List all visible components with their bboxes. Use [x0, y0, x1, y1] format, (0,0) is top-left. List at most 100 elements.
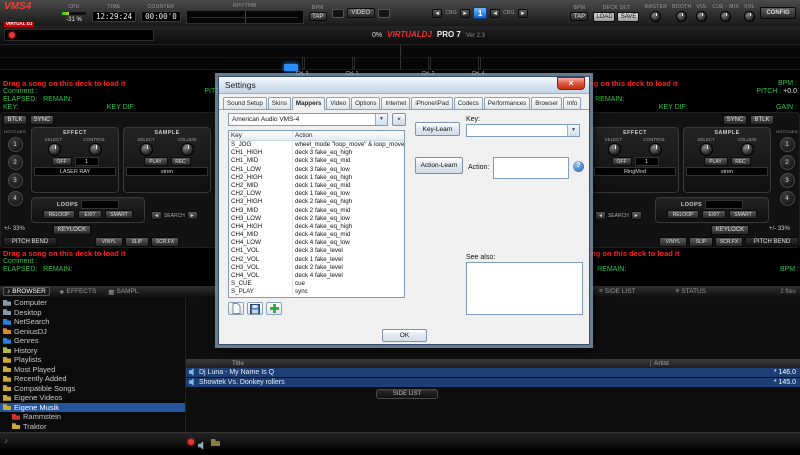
- column-title[interactable]: Title: [232, 360, 244, 367]
- mapping-row[interactable]: CH2_VOL deck 1 fake_level: [229, 256, 404, 264]
- mic-vol-knob[interactable]: [744, 11, 755, 22]
- mapping-row[interactable]: S_CUE cue: [229, 280, 404, 288]
- loop-exit-button[interactable]: EXIT: [702, 210, 726, 219]
- action-input[interactable]: [493, 157, 569, 179]
- ok-button[interactable]: OK: [382, 329, 427, 342]
- search-fwd-button[interactable]: ►: [631, 211, 642, 220]
- sample-select-knob[interactable]: [700, 143, 713, 156]
- deck1-keylock-button[interactable]: KEYLOCK: [53, 225, 91, 235]
- search-back-button[interactable]: ◄: [151, 211, 162, 220]
- settings-tab[interactable]: Sound Setup: [223, 97, 267, 109]
- mapper-device-select[interactable]: American Audio VMS-4 ▼: [228, 113, 388, 126]
- cue-mix-knob[interactable]: [720, 11, 731, 22]
- track-row[interactable]: Showtek Vs. Donkey rollers * 145.0: [186, 378, 800, 387]
- deck2-sync-button[interactable]: SYNC: [723, 115, 747, 125]
- mapping-row[interactable]: CH2_LOW deck 1 fake_eq_low: [229, 190, 404, 198]
- tree-item[interactable]: History: [0, 346, 185, 356]
- headphone-vol-knob[interactable]: [696, 11, 707, 22]
- mapping-row[interactable]: CH2_HIGH deck 1 fake_eq_high: [229, 174, 404, 182]
- booth-knob[interactable]: [676, 11, 687, 22]
- mapping-row[interactable]: CH3_MID deck 2 fake_eq_mid: [229, 207, 404, 215]
- save-button[interactable]: SAVE: [617, 12, 639, 22]
- cbg-right-fwd-button[interactable]: ►: [518, 9, 528, 18]
- settings-tab[interactable]: Internet: [381, 97, 410, 109]
- see-also-list[interactable]: [466, 262, 583, 315]
- tree-item[interactable]: Most Played: [0, 365, 185, 375]
- add-mapping-button[interactable]: [266, 302, 282, 315]
- column-action[interactable]: Action: [293, 131, 404, 140]
- settings-tab[interactable]: Options: [351, 97, 380, 109]
- vinyl-mode-button[interactable]: VINYL: [659, 237, 687, 247]
- reloop-button[interactable]: RELOOP: [667, 210, 699, 219]
- mapping-row[interactable]: CH3_LOW deck 2 fake_eq_low: [229, 215, 404, 223]
- tap-right-button[interactable]: TAP: [570, 12, 588, 21]
- ch4-fader[interactable]: [478, 57, 481, 69]
- deck2-hotcue-2-button[interactable]: 2: [780, 155, 795, 170]
- sample-select-knob[interactable]: [140, 143, 153, 156]
- panel-tab[interactable]: ≡ STATUS: [673, 287, 709, 296]
- tree-item[interactable]: Computer: [0, 298, 185, 308]
- cue-led[interactable]: [284, 64, 298, 71]
- effect-off-button[interactable]: OFF: [52, 157, 72, 166]
- delete-mapper-button[interactable]: ×: [392, 113, 406, 126]
- side-list-button[interactable]: SIDE LIST: [376, 389, 438, 399]
- speaker-icon[interactable]: [198, 437, 206, 455]
- close-button[interactable]: ×: [557, 77, 585, 90]
- scratchfx-mode-button[interactable]: SCR.FX: [151, 237, 179, 247]
- deck2-keylock-button[interactable]: KEYLOCK: [711, 225, 749, 235]
- tree-item[interactable]: GeniusDJ: [0, 327, 185, 337]
- tree-item[interactable]: Genres: [0, 336, 185, 346]
- ch3-fader[interactable]: [302, 57, 305, 69]
- deck-select-1[interactable]: 1: [473, 7, 487, 19]
- mapping-row[interactable]: CH1_VOL deck 3 fake_level: [229, 247, 404, 255]
- mapping-row[interactable]: S_JOG wheel_mode "loop_move" & loop_move: [229, 141, 404, 149]
- settings-tab[interactable]: Video: [326, 97, 350, 109]
- effect-control-knob[interactable]: [89, 143, 102, 156]
- deck1-hotcue-1-button[interactable]: 1: [8, 137, 23, 152]
- panel-tab[interactable]: ≡ SIDE LIST: [596, 287, 639, 296]
- key-learn-button[interactable]: Key-Learn: [415, 122, 460, 136]
- sample-play-button[interactable]: PLAY: [704, 157, 728, 166]
- mapping-row[interactable]: CH4_LOW deck 4 fake_eq_low: [229, 239, 404, 247]
- mapping-row[interactable]: CH1_MID deck 3 fake_eq_mid: [229, 157, 404, 165]
- effect-select-knob[interactable]: [48, 143, 61, 156]
- effect-off-button[interactable]: OFF: [612, 157, 632, 166]
- chevron-down-icon[interactable]: ▼: [375, 114, 387, 125]
- action-learn-button[interactable]: Action-Learn: [415, 157, 463, 174]
- tree-item[interactable]: Compatible Songs: [0, 384, 185, 394]
- deck2-hotcue-4-button[interactable]: 4: [780, 191, 795, 206]
- browser-tab[interactable]: ♪ BROWSER: [3, 287, 50, 296]
- key-select[interactable]: ▼: [466, 124, 580, 137]
- master-knob[interactable]: [650, 11, 661, 22]
- deck1-sync-button[interactable]: SYNC: [30, 115, 54, 125]
- tree-item[interactable]: Traktor: [0, 422, 185, 432]
- tree-item[interactable]: Eigene Videos: [0, 393, 185, 403]
- vinyl-mode-button[interactable]: VINYL: [95, 237, 123, 247]
- deck1-btlk-button[interactable]: BTLK: [3, 115, 27, 125]
- browser-tab[interactable]: ▦ SAMPL: [105, 287, 141, 296]
- mapping-row[interactable]: S_PLAY sync: [229, 288, 404, 296]
- record-dot-icon[interactable]: [188, 439, 194, 445]
- new-mapping-button[interactable]: [228, 302, 244, 315]
- load-button[interactable]: LOAD: [593, 12, 615, 22]
- folder-icon[interactable]: [211, 439, 220, 446]
- settings-tab[interactable]: Skins: [268, 97, 291, 109]
- mapping-row[interactable]: CH2_MID deck 1 fake_eq_mid: [229, 182, 404, 190]
- cbg-left-back-button[interactable]: ◄: [432, 9, 442, 18]
- deck2-btlk-button[interactable]: BTLK: [750, 115, 774, 125]
- mapping-row[interactable]: CH3_HIGH deck 2 fake_eq_high: [229, 198, 404, 206]
- track-row[interactable]: Dj Luna - My Name Is Q * 146.0: [186, 368, 800, 377]
- effect-select-knob[interactable]: [608, 143, 621, 156]
- settings-tab[interactable]: iPhone/iPad: [411, 97, 452, 109]
- mapping-row[interactable]: CH1_LOW deck 3 fake_eq_low: [229, 166, 404, 174]
- column-artist[interactable]: Artist: [650, 360, 669, 367]
- deck2-hotcue-1-button[interactable]: 1: [780, 137, 795, 152]
- slip-mode-button[interactable]: SLIP: [125, 237, 149, 247]
- ch2-fader[interactable]: [428, 57, 431, 69]
- cbg-left-fwd-button[interactable]: ►: [460, 9, 470, 18]
- tap-left-button[interactable]: TAP: [309, 12, 327, 21]
- browser-tab[interactable]: ★ EFFECTS: [56, 287, 99, 296]
- mapping-row[interactable]: CH4_MID deck 4 fake_eq_mid: [229, 231, 404, 239]
- sample-volume-knob[interactable]: [741, 143, 754, 156]
- tree-item[interactable]: Desktop: [0, 308, 185, 318]
